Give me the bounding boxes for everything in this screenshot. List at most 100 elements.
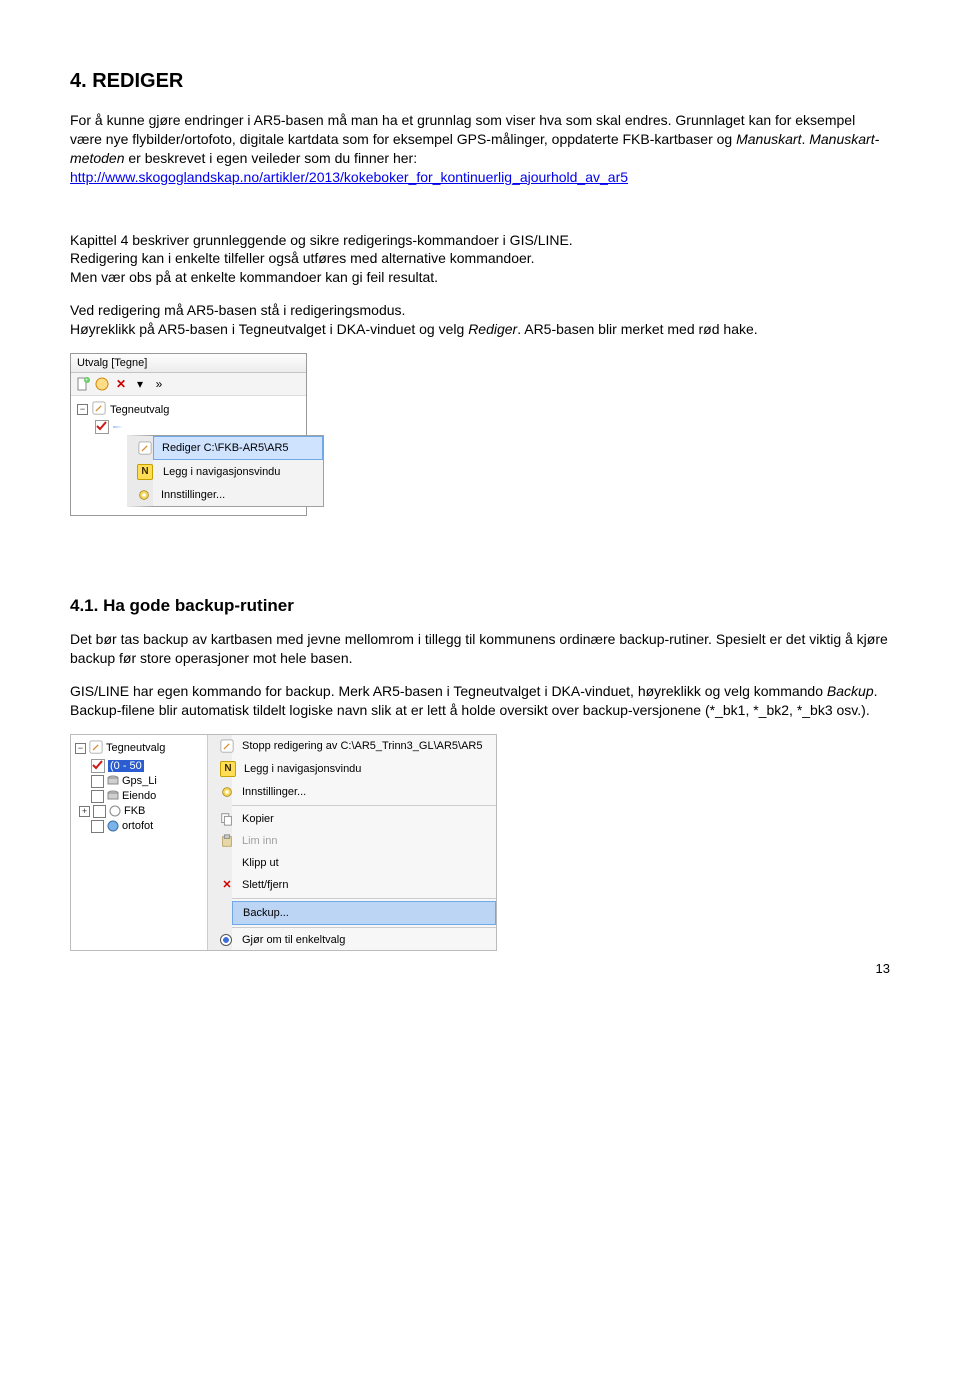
menu-label: Legg i navigasjonsvindu bbox=[163, 466, 280, 478]
screenshot-tegneutvalg-rediger: Utvalg [Tegne] + ✕ ▾ » − Tegneutvalg bbox=[70, 353, 307, 516]
label: FKB bbox=[124, 805, 145, 817]
backup-p1: Det bør tas backup av kartbasen med jevn… bbox=[70, 630, 890, 668]
menu-item-nav[interactable]: N Legg i navigasjonsvindu bbox=[153, 460, 323, 484]
text: . AR5-basen blir merket med rød hake. bbox=[517, 321, 757, 337]
chevron-icon[interactable]: » bbox=[151, 376, 167, 392]
panel-title: Utvalg [Tegne] bbox=[71, 354, 306, 373]
n-icon: N bbox=[137, 464, 153, 480]
menu-item-delete[interactable]: ✕ Slett/fjern bbox=[232, 874, 496, 896]
menu-label: Kopier bbox=[242, 813, 274, 825]
tree-item-ortofoto[interactable]: ortofot bbox=[75, 819, 203, 834]
cut-icon bbox=[220, 856, 234, 870]
menu-label: Innstillinger... bbox=[242, 786, 306, 798]
pencil-icon bbox=[138, 441, 152, 455]
globe-icon[interactable] bbox=[94, 376, 110, 392]
tree-root-row[interactable]: − Tegneutvalg bbox=[75, 739, 203, 758]
menu-label: Backup... bbox=[243, 907, 289, 919]
text: GIS/LINE har egen kommando for backup. M… bbox=[70, 683, 827, 699]
backup-italic: Backup bbox=[827, 683, 874, 699]
tree: − Tegneutvalg Rediger C:\FKB-AR5\AR5 N L… bbox=[71, 396, 306, 515]
tree-item-eiendo[interactable]: Eiendo bbox=[75, 789, 203, 804]
red-check-icon bbox=[95, 420, 109, 434]
label: Gps_Li bbox=[122, 775, 157, 787]
separator bbox=[232, 898, 496, 899]
menu-item-stop-edit[interactable]: Stopp redigering av C:\AR5_Trinn3_GL\AR5… bbox=[232, 735, 496, 757]
heading-backup-rutiner: 4.1. Ha gode backup-rutiner bbox=[70, 596, 890, 616]
manuskart-link[interactable]: http://www.skogoglandskap.no/artikler/20… bbox=[70, 169, 628, 185]
menu-item-backup[interactable]: Backup... bbox=[232, 901, 496, 925]
text: . bbox=[874, 683, 878, 699]
menu-label: Gjør om til enkeltvalg bbox=[242, 934, 345, 946]
pencil-icon bbox=[89, 740, 103, 757]
collapse-icon[interactable]: − bbox=[75, 743, 86, 754]
menu-item-nav[interactable]: N Legg i navigasjonsvindu bbox=[232, 757, 496, 781]
separator bbox=[232, 927, 496, 928]
checkbox-icon[interactable] bbox=[91, 775, 104, 788]
tree-item-gps[interactable]: Gps_Li bbox=[75, 774, 203, 789]
gear-icon bbox=[220, 785, 234, 799]
menu-label: Innstillinger... bbox=[161, 489, 225, 501]
tree-item-ar5[interactable] bbox=[77, 419, 300, 435]
selected-label: (0 - 50 bbox=[108, 760, 144, 772]
pencil-icon bbox=[92, 401, 106, 418]
checkbox-icon[interactable] bbox=[91, 820, 104, 833]
text: er beskrevet i egen veileder som du finn… bbox=[124, 150, 417, 166]
menu-item-settings[interactable]: Innstillinger... bbox=[153, 484, 323, 506]
radio-icon bbox=[220, 934, 232, 946]
tree-item-selected[interactable]: (0 - 50 bbox=[75, 758, 203, 774]
screenshot-backup-menu: − Tegneutvalg (0 - 50 Gps_Li Eiendo + bbox=[70, 734, 497, 951]
delete-icon[interactable]: ✕ bbox=[113, 376, 129, 392]
left-tree: − Tegneutvalg (0 - 50 Gps_Li Eiendo + bbox=[71, 735, 208, 950]
heading-rediger: 4. REDIGER bbox=[70, 70, 890, 93]
delete-icon: ✕ bbox=[220, 878, 234, 892]
svg-text:+: + bbox=[85, 378, 89, 384]
circle-icon bbox=[109, 805, 121, 817]
menu-item-copy[interactable]: Kopier bbox=[232, 808, 496, 830]
menu-label: Legg i navigasjonsvindu bbox=[244, 763, 361, 775]
checkbox-icon[interactable] bbox=[93, 805, 106, 818]
menu-item-rediger[interactable]: Rediger C:\FKB-AR5\AR5 bbox=[153, 436, 323, 460]
toolbar: + ✕ ▾ » bbox=[71, 373, 306, 396]
text: Ved redigering må AR5-basen stå i redige… bbox=[70, 302, 405, 318]
menu-item-cut[interactable]: Klipp ut bbox=[232, 852, 496, 874]
checkbox-icon[interactable] bbox=[91, 790, 104, 803]
page-number: 13 bbox=[70, 961, 890, 976]
rediger-italic: Rediger bbox=[468, 321, 517, 337]
paste-icon bbox=[220, 834, 234, 848]
context-menu: Rediger C:\FKB-AR5\AR5 N Legg i navigasj… bbox=[127, 435, 324, 507]
separator bbox=[232, 805, 496, 806]
redigeringsmodus-paragraph: Ved redigering må AR5-basen stå i redige… bbox=[70, 301, 890, 339]
expand-icon[interactable]: + bbox=[79, 806, 90, 817]
menu-item-single[interactable]: Gjør om til enkeltvalg bbox=[232, 930, 496, 950]
pencil-icon bbox=[220, 739, 234, 753]
menu-item-paste: Lim inn bbox=[232, 830, 496, 852]
label: Eiendo bbox=[122, 790, 156, 802]
dropdown-icon[interactable]: ▾ bbox=[132, 376, 148, 392]
copy-icon bbox=[220, 812, 234, 826]
backup-p2: GIS/LINE har egen kommando for backup. M… bbox=[70, 682, 890, 720]
kap4-paragraph: Kapittel 4 beskriver grunnleggende og si… bbox=[70, 231, 890, 288]
manuskart-italic: Manuskart bbox=[736, 131, 801, 147]
menu-label: Stopp redigering av C:\AR5_Trinn3_GL\AR5… bbox=[242, 740, 483, 752]
label: ortofot bbox=[122, 820, 153, 832]
tree-root-row[interactable]: − Tegneutvalg bbox=[77, 400, 300, 419]
new-icon[interactable]: + bbox=[75, 376, 91, 392]
context-menu-backup: Stopp redigering av C:\AR5_Trinn3_GL\AR5… bbox=[208, 735, 496, 950]
db-icon bbox=[107, 775, 119, 787]
tree-root-label: Tegneutvalg bbox=[110, 404, 169, 416]
label: Tegneutvalg bbox=[106, 742, 165, 754]
db-icon bbox=[107, 790, 119, 802]
gear-icon bbox=[137, 488, 151, 502]
n-icon: N bbox=[220, 761, 236, 777]
collapse-icon[interactable]: − bbox=[77, 404, 88, 415]
menu-label: Slett/fjern bbox=[242, 879, 288, 891]
text: Høyreklikk på AR5-basen i Tegneutvalget … bbox=[70, 321, 468, 337]
blank-icon bbox=[221, 906, 235, 920]
menu-label: Rediger C:\FKB-AR5\AR5 bbox=[162, 442, 289, 454]
intro-paragraph: For å kunne gjøre endringer i AR5-basen … bbox=[70, 111, 890, 187]
tree-item-fkb[interactable]: + FKB bbox=[75, 804, 203, 819]
red-check-icon bbox=[91, 759, 105, 773]
menu-label: Lim inn bbox=[242, 835, 277, 847]
menu-item-settings[interactable]: Innstillinger... bbox=[232, 781, 496, 803]
menu-label: Klipp ut bbox=[242, 857, 279, 869]
